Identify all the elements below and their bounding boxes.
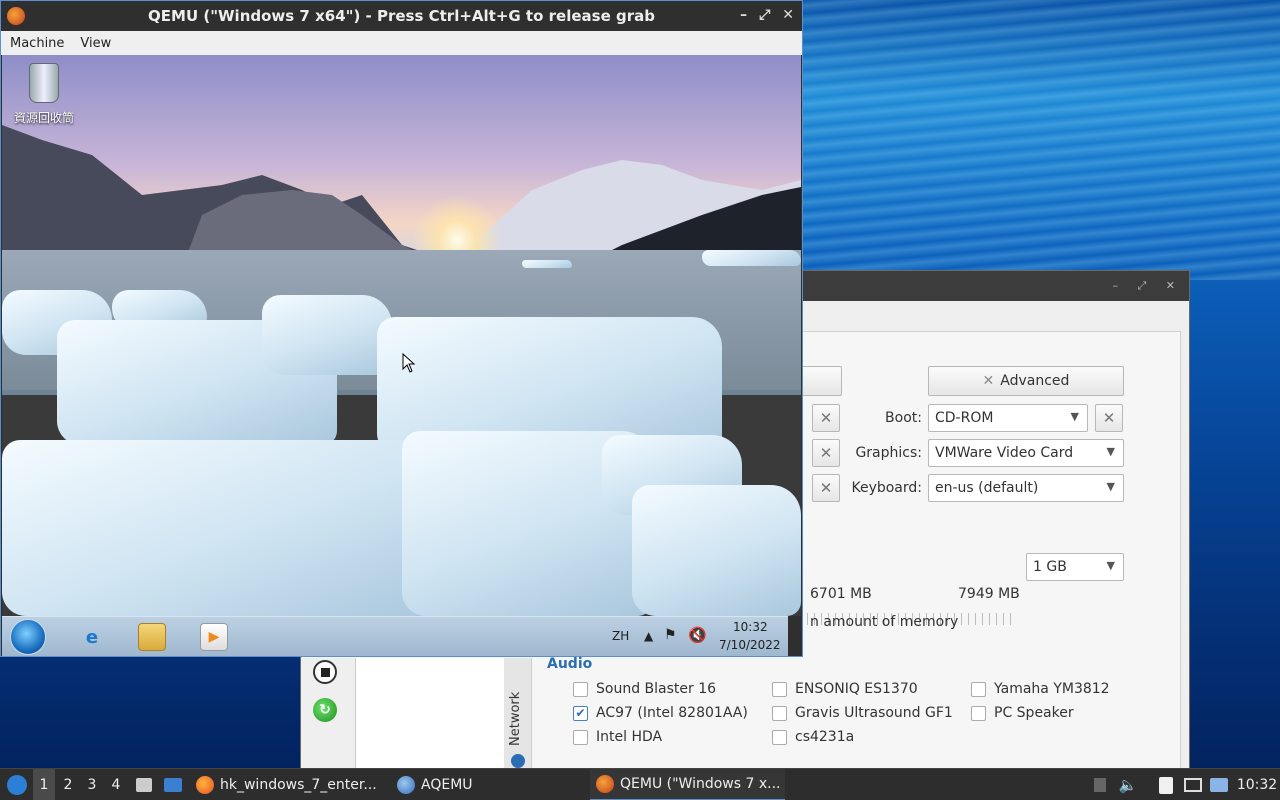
- ie-icon[interactable]: e: [78, 623, 106, 651]
- keyboard-select[interactable]: en-us (default) ▼: [928, 474, 1124, 502]
- audio-ym3812-checkbox[interactable]: Yamaha YM3812: [971, 681, 1110, 697]
- recycle-bin-icon: [29, 63, 59, 103]
- guest-screen[interactable]: 資源回收筒: [2, 55, 801, 616]
- host-panel: 1 2 3 4 hk_windows_7_enter... AQEMU QEMU…: [0, 768, 1280, 800]
- memory-note: n amount of memory: [810, 614, 959, 630]
- vm-list[interactable]: [356, 658, 504, 771]
- keyboard-label: Keyboard:: [851, 480, 922, 496]
- tools-icon: ✕: [819, 444, 833, 462]
- task-firefox[interactable]: hk_windows_7_enter...: [190, 769, 385, 800]
- audio-pcspk-checkbox[interactable]: PC Speaker: [971, 705, 1074, 721]
- file-manager-icon[interactable]: [134, 769, 154, 800]
- window-controls: – ⤢ ✕: [740, 7, 794, 23]
- recycle-bin-desktop-icon[interactable]: 資源回收筒: [12, 63, 76, 126]
- qemu-menubar: Machine View: [1, 31, 802, 55]
- graphics-select[interactable]: VMWare Video Card ▼: [928, 439, 1124, 467]
- boot-select[interactable]: CD-ROM ▼: [928, 404, 1088, 432]
- memory-free-label: 6701 MB: [810, 586, 872, 602]
- screenshot-icon[interactable]: [1182, 769, 1204, 800]
- clipboard-icon[interactable]: [1156, 769, 1176, 800]
- chevron-down-icon: ▼: [1106, 559, 1115, 572]
- explorer-icon[interactable]: [138, 623, 166, 651]
- advanced-button[interactable]: ✕ Advanced: [928, 366, 1124, 396]
- volume-icon[interactable]: 🔈: [1118, 769, 1138, 800]
- volume-muted-icon[interactable]: 🔇: [688, 626, 707, 644]
- updates-icon[interactable]: [1208, 769, 1230, 800]
- chevron-down-icon: ▼: [1070, 410, 1079, 423]
- app-menu-icon: [7, 775, 27, 795]
- configure-icon-button[interactable]: ✕: [812, 439, 840, 467]
- network-icon: [511, 754, 525, 768]
- check-icon: ✔: [573, 705, 588, 721]
- boot-label: Boot:: [885, 410, 922, 426]
- audio-cs4231a-checkbox[interactable]: cs4231a: [772, 729, 854, 745]
- workspace-1[interactable]: 1: [33, 769, 55, 800]
- audio-gus-checkbox[interactable]: Gravis Ultrasound GF1: [772, 705, 953, 721]
- tray-up-icon[interactable]: [1092, 769, 1108, 800]
- media-player-icon[interactable]: ▶: [200, 623, 228, 651]
- qemu-titlebar[interactable]: QEMU ("Windows 7 x64") - Press Ctrl+Alt+…: [1, 1, 802, 31]
- guest-clock-date[interactable]: 7/10/2022: [719, 638, 781, 652]
- language-indicator[interactable]: ZH: [612, 629, 629, 643]
- tools-icon: ✕: [982, 373, 995, 389]
- guest-taskbar: e ▶ ZH ▲ ⚑ 🔇 10:32 7/10/2022: [2, 616, 788, 656]
- task-aqemu[interactable]: AQEMU: [391, 769, 586, 800]
- qemu-icon: [596, 775, 614, 793]
- action-center-icon[interactable]: ⚑: [664, 627, 677, 643]
- audio-section-title: Audio: [547, 656, 593, 672]
- host-clock[interactable]: 10:32: [1237, 769, 1277, 800]
- aqemu-icon: [397, 776, 415, 794]
- start-button[interactable]: [10, 619, 46, 655]
- tools-icon: ✕: [819, 409, 833, 427]
- memory-total-label: 7949 MB: [958, 586, 1020, 602]
- close-icon[interactable]: ✕: [782, 7, 794, 23]
- maximize-icon[interactable]: ⤢: [759, 7, 770, 23]
- minimize-icon[interactable]: –: [740, 7, 747, 23]
- audio-es1370-checkbox[interactable]: ENSONIQ ES1370: [772, 681, 918, 697]
- reset-icon[interactable]: ↻: [313, 698, 337, 722]
- audio-sb16-checkbox[interactable]: Sound Blaster 16: [573, 681, 716, 697]
- show-desktop-icon[interactable]: [162, 769, 184, 800]
- workspace-2[interactable]: 2: [57, 769, 79, 800]
- menu-machine[interactable]: Machine: [10, 36, 64, 51]
- tray-expand-icon[interactable]: ▲: [644, 629, 653, 643]
- configure-icon-button[interactable]: ✕: [812, 474, 840, 502]
- tools-icon: ✕: [1102, 409, 1116, 427]
- boot-configure-button[interactable]: ✕: [1095, 404, 1123, 432]
- desktop-wallpaper: [800, 0, 1280, 280]
- menu-view[interactable]: View: [80, 36, 111, 51]
- qemu-logo-icon: [7, 7, 25, 25]
- mouse-cursor-icon: [402, 353, 416, 373]
- workspace-4[interactable]: 4: [105, 769, 127, 800]
- workspace-3[interactable]: 3: [81, 769, 103, 800]
- guest-clock-time[interactable]: 10:32: [733, 620, 768, 634]
- memory-select[interactable]: 1 GB ▼: [1026, 553, 1124, 581]
- stop-icon[interactable]: [313, 660, 337, 684]
- tools-icon: ✕: [819, 479, 833, 497]
- chevron-down-icon: ▼: [1106, 480, 1115, 493]
- window-title: QEMU ("Windows 7 x64") - Press Ctrl+Alt+…: [148, 7, 655, 25]
- graphics-label: Graphics:: [855, 445, 922, 461]
- aqemu-vm-toolbar: ↻: [301, 658, 356, 771]
- show-desktop-button[interactable]: [788, 616, 801, 656]
- task-qemu[interactable]: QEMU ("Windows 7 x...: [590, 769, 785, 800]
- configure-icon-button[interactable]: ✕: [812, 404, 840, 432]
- chevron-down-icon: ▼: [1106, 445, 1115, 458]
- firefox-icon: [196, 776, 214, 794]
- tab-network[interactable]: Network: [504, 658, 532, 771]
- audio-hda-checkbox[interactable]: Intel HDA: [573, 729, 662, 745]
- audio-ac97-checkbox[interactable]: ✔ AC97 (Intel 82801AA): [573, 705, 748, 721]
- app-menu-button[interactable]: [4, 769, 30, 800]
- aqemu-window-controls[interactable]: – ⤢ ✕: [1112, 279, 1183, 293]
